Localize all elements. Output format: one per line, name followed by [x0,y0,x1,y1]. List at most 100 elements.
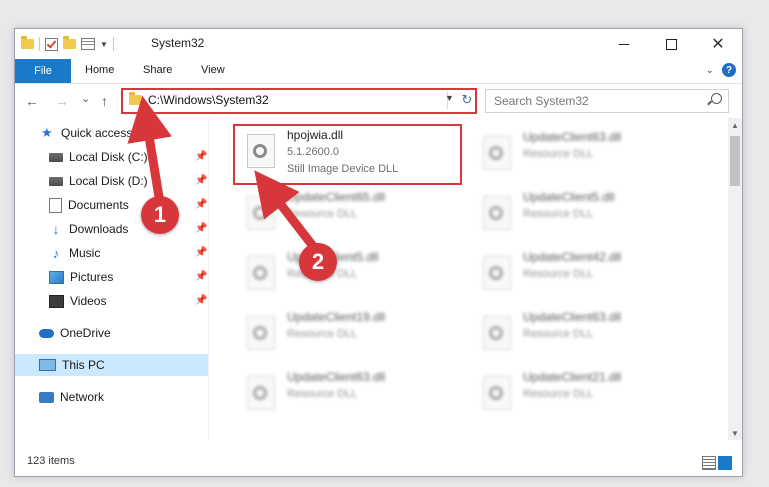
refresh-icon[interactable]: ↻ [459,90,475,110]
file-tile[interactable]: UpdateClient63.dll Resource DLL [475,306,695,360]
sidebar-item-label: Network [60,390,105,404]
address-path[interactable]: C:\Windows\System32 [125,91,448,109]
search-icon [711,93,722,104]
file-description: Resource DLL [287,328,358,340]
search-input[interactable]: Search System32 [494,94,589,108]
gear-icon [489,266,503,280]
file-description: Resource DLL [287,388,358,400]
properties-check-icon[interactable] [45,37,58,51]
customize-toolbar-caret-icon[interactable]: ▼ [100,40,108,49]
file-name: UpdateClient21.dll [523,370,622,384]
window-title: System32 [151,36,205,50]
forward-button[interactable]: → [55,93,69,109]
cloud-icon [39,328,54,338]
pictures-icon [49,270,64,284]
help-icon[interactable]: ? [722,63,736,77]
pin-icon[interactable]: 📌 [195,151,207,162]
back-button[interactable]: ← [25,93,39,109]
tiles-view-icon[interactable] [718,456,732,470]
file-tile[interactable]: UpdateClient5.dll Resource DLL [239,246,459,300]
sidebar-item-label: This PC [62,358,105,372]
ribbon-controls: ⌄ ? [706,63,736,77]
gear-icon [489,206,503,220]
sidebar-item-this-pc[interactable]: This PC [15,354,232,376]
file-description: Resource DLL [523,148,594,160]
properties-icon[interactable] [81,38,95,50]
expand-ribbon-chevron-icon[interactable]: ⌄ [706,65,714,76]
pin-icon[interactable]: 📌 [195,295,207,306]
pin-icon[interactable]: 📌 [195,223,207,234]
scroll-up-icon[interactable]: ▲ [728,118,742,132]
file-tile[interactable]: UpdateClient42.dll Resource DLL [475,246,695,300]
file-description: Resource DLL [523,388,594,400]
file-name: UpdateClient19.dll [287,310,386,324]
disk-icon [49,152,63,162]
documents-icon [49,197,62,213]
status-bar: 123 items [15,450,742,476]
file-description: Resource DLL [523,328,594,340]
new-folder-icon[interactable] [63,36,76,49]
computer-icon [39,359,56,371]
file-explorer-window: ▼ System32 ✕ File Home Share View ⌄ ? ← … [14,28,743,477]
file-name: UpdateClient5.dll [523,190,615,204]
tab-share[interactable]: Share [143,64,172,76]
file-description: Resource DLL [523,268,594,280]
folder-icon [129,92,142,105]
search-box[interactable]: Search System32 [485,89,729,113]
sidebar-item-network[interactable]: Network [15,386,232,408]
vertical-scrollbar[interactable]: ▲ ▼ [728,118,742,440]
pin-icon[interactable]: 📌 [195,199,207,210]
address-text: C:\Windows\System32 [148,93,269,107]
maximize-icon [665,38,677,50]
sidebar-item-quick-access[interactable]: ★ Quick access [15,122,234,144]
disk-icon [49,176,63,186]
tab-file[interactable]: File [15,59,71,83]
scroll-down-icon[interactable]: ▼ [728,426,742,440]
file-highlight-box [233,124,462,185]
minimize-button[interactable] [601,29,647,59]
recent-locations-button[interactable]: ⌄ [81,92,90,105]
tab-view[interactable]: View [201,64,225,76]
file-description: Resource DLL [523,208,594,220]
file-name: UpdateClient63.dll [523,310,622,324]
file-name: UpdateClient63.dll [523,130,622,144]
gear-icon [489,326,503,340]
sidebar-item-label: OneDrive [60,326,111,340]
item-count: 123 items [27,455,75,467]
file-tile[interactable]: UpdateClient65.dll Resource DLL [239,186,459,240]
gear-icon [253,326,267,340]
address-dropdown-icon[interactable]: ▼ [445,93,454,103]
file-name: UpdateClient65.dll [287,190,386,204]
file-name: UpdateClient63.dll [287,370,386,384]
file-tile[interactable]: UpdateClient63.dll Resource DLL [475,126,695,180]
gear-icon [253,266,267,280]
sidebar-item-onedrive[interactable]: OneDrive [15,322,232,344]
details-view-icon[interactable] [702,456,716,470]
ribbon: File Home Share View ⌄ ? [15,59,742,84]
music-icon: ♪ [52,245,60,261]
file-tile[interactable]: UpdateClient5.dll Resource DLL [475,186,695,240]
maximize-button[interactable] [648,29,694,59]
pin-icon[interactable]: 📌 [195,247,207,258]
sidebar-item-label: Videos [70,294,107,308]
navigation-pane: ★ Quick access Local Disk (C:) 📌 Local D… [15,118,232,438]
sidebar-item-label: Music [69,246,101,260]
close-button[interactable]: ✕ [695,29,741,59]
address-bar[interactable]: C:\Windows\System32 ▼ ↻ [121,88,477,114]
pin-icon[interactable]: 📌 [195,175,207,186]
sidebar-item-label: Local Disk (C:) [69,150,148,164]
file-tile[interactable]: UpdateClient19.dll Resource DLL [239,306,459,360]
close-icon: ✕ [711,36,725,53]
title-bar: ▼ System32 ✕ [15,29,742,59]
download-icon: ↓ [52,221,60,237]
pin-icon[interactable]: 📌 [195,271,207,282]
sidebar-item-label: Documents [68,198,129,212]
file-tile[interactable]: UpdateClient63.dll Resource DLL [239,366,459,420]
up-button[interactable]: ↑ [101,93,108,109]
tab-home[interactable]: Home [85,64,114,76]
scroll-thumb[interactable] [730,136,740,186]
gear-icon [489,386,503,400]
callout-1: 1 [141,196,179,234]
file-tile[interactable]: UpdateClient21.dll Resource DLL [475,366,695,420]
gear-icon [253,206,267,220]
